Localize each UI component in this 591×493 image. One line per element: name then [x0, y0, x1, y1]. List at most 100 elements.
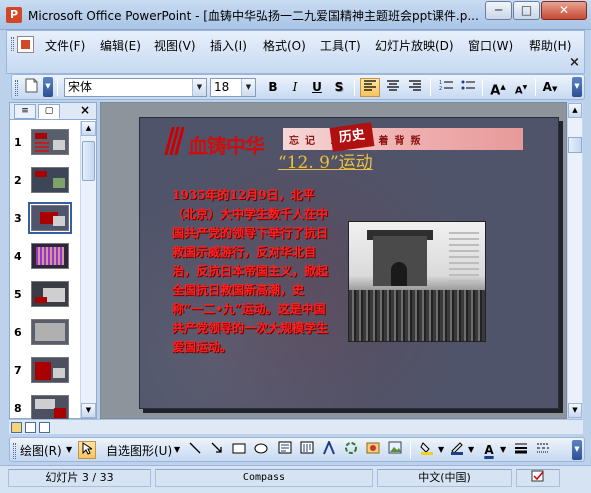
- select-objects-arrow-icon[interactable]: [78, 441, 96, 459]
- slide-thumbnail-selected[interactable]: [28, 202, 72, 234]
- slide-logo[interactable]: 血铸中华: [162, 124, 272, 160]
- slideshow-view-button[interactable]: [39, 422, 50, 433]
- toolbar-grip[interactable]: [15, 80, 18, 96]
- insert-picture-icon[interactable]: [386, 441, 404, 459]
- italic-button[interactable]: I: [285, 78, 305, 97]
- scroll-down-icon[interactable]: ▼: [568, 403, 582, 418]
- oval-icon[interactable]: [252, 441, 270, 459]
- menu-slideshow[interactable]: 幻灯片放映(D): [374, 37, 455, 54]
- chevron-down-icon[interactable]: ▼: [438, 445, 444, 454]
- menu-view[interactable]: 视图(V): [153, 37, 197, 54]
- slides-tab[interactable]: ▢: [38, 104, 60, 119]
- vertical-textbox-icon[interactable]: [298, 441, 316, 459]
- slide-editing-area[interactable]: 血铸中华 忘记 就意味着背叛 历史 “12. 9”运动 1935年的12月9日，…: [100, 102, 567, 419]
- powerpoint-app-icon[interactable]: P: [6, 7, 22, 23]
- autoshapes-menu-button[interactable]: 自选图形(U): [106, 442, 172, 459]
- scroll-up-icon[interactable]: ▲: [568, 103, 582, 118]
- design-template-status: Compass: [155, 469, 373, 487]
- font-name-combo[interactable]: 宋体 ▼: [64, 78, 207, 97]
- diagram-icon[interactable]: [342, 441, 360, 459]
- font-size-combo[interactable]: 18 ▼: [210, 78, 256, 97]
- scrollbar-thumb[interactable]: [82, 141, 95, 181]
- dash-style-icon[interactable]: [534, 441, 552, 459]
- font-color-button[interactable]: A▼: [540, 78, 560, 97]
- textbox-icon[interactable]: [276, 441, 294, 459]
- rectangle-icon[interactable]: [230, 441, 248, 459]
- slide-title[interactable]: “12. 9”运动: [278, 148, 373, 173]
- slide-thumbnail-row[interactable]: 6: [10, 317, 80, 347]
- scroll-up-icon[interactable]: ▲: [81, 121, 96, 136]
- menu-format[interactable]: 格式(O): [262, 37, 307, 54]
- slide-thumbnail-row[interactable]: 1: [10, 127, 80, 157]
- slide-thumbnail-row[interactable]: 7: [10, 355, 80, 385]
- wordart-icon[interactable]: [320, 439, 338, 459]
- slide-thumbnail[interactable]: [31, 395, 69, 421]
- close-pane-icon[interactable]: ×: [80, 103, 90, 117]
- chevron-down-icon[interactable]: ▼: [192, 79, 206, 96]
- clip-art-icon[interactable]: [364, 441, 382, 459]
- slide-thumbnail[interactable]: [31, 281, 69, 307]
- slide-thumbnail-row[interactable]: 2: [10, 165, 80, 195]
- document-icon[interactable]: [17, 36, 34, 53]
- slide-thumbnail-row[interactable]: 5: [10, 279, 80, 309]
- chevron-down-icon[interactable]: ▼: [241, 79, 255, 96]
- slide-thumbnail-row[interactable]: 3: [10, 202, 80, 234]
- shadow-button[interactable]: S: [329, 78, 349, 97]
- menu-file[interactable]: 文件(F): [44, 37, 86, 54]
- slide-thumbnail[interactable]: [31, 357, 69, 383]
- chevron-down-icon[interactable]: ▼: [500, 445, 506, 454]
- toolbar-options-chevron[interactable]: ▼: [572, 440, 582, 460]
- slide-number: 1: [14, 136, 22, 149]
- chevron-down-icon[interactable]: ▼: [468, 445, 474, 454]
- scrollbar-thumb[interactable]: [568, 137, 582, 153]
- main-vertical-scrollbar[interactable]: ▲ ▼: [567, 102, 583, 419]
- slide-banner[interactable]: 忘记 就意味着背叛 历史: [283, 122, 523, 152]
- outline-tab[interactable]: ≡: [14, 104, 36, 119]
- menu-tools[interactable]: 工具(T): [319, 37, 362, 54]
- align-left-button[interactable]: [360, 78, 380, 97]
- slide-sorter-view-button[interactable]: [25, 422, 36, 433]
- line-color-icon[interactable]: [448, 441, 466, 459]
- bold-button[interactable]: B: [263, 78, 283, 97]
- scroll-down-icon[interactable]: ▼: [81, 403, 96, 418]
- line-style-icon[interactable]: [512, 441, 530, 459]
- align-right-button[interactable]: [405, 78, 425, 97]
- slide-thumbnail[interactable]: [31, 243, 69, 269]
- numbering-icon[interactable]: 12: [436, 78, 456, 97]
- chevron-down-icon[interactable]: ▼: [174, 445, 180, 454]
- draw-menu-button[interactable]: 绘图(R): [20, 442, 62, 459]
- slide-thumbnail[interactable]: [31, 129, 69, 155]
- minimize-button[interactable]: ─: [485, 1, 512, 20]
- line-icon[interactable]: [186, 441, 204, 459]
- toolbar-options-chevron[interactable]: ▼: [43, 77, 53, 97]
- underline-button[interactable]: U: [307, 78, 327, 97]
- toolbar-options-chevron[interactable]: ▼: [572, 77, 582, 97]
- menu-edit[interactable]: 编辑(E): [99, 37, 142, 54]
- slide-thumbnail[interactable]: [31, 319, 69, 345]
- close-window-button[interactable]: ✕: [541, 1, 587, 20]
- spelling-check-icon[interactable]: [516, 469, 560, 487]
- historical-photo[interactable]: [348, 221, 486, 342]
- menu-insert[interactable]: 插入(I): [209, 37, 248, 54]
- fill-color-icon[interactable]: [418, 441, 436, 459]
- slides-pane-scrollbar[interactable]: ▲ ▼: [80, 121, 96, 418]
- maximize-button[interactable]: □: [513, 1, 540, 20]
- arrow-icon[interactable]: [208, 441, 226, 459]
- increase-font-size-button[interactable]: A▲: [488, 78, 508, 98]
- chevron-down-icon[interactable]: ▼: [66, 445, 72, 454]
- menu-grip[interactable]: [11, 37, 14, 51]
- menu-help[interactable]: 帮助(H): [528, 37, 572, 54]
- decrease-font-size-button[interactable]: A▼: [511, 78, 531, 97]
- new-document-icon[interactable]: [21, 78, 41, 97]
- slide-thumbnail-row[interactable]: 4: [10, 241, 80, 271]
- menu-window[interactable]: 窗口(W): [467, 37, 514, 54]
- font-color-drawing-icon[interactable]: A: [480, 441, 498, 459]
- normal-view-button[interactable]: [11, 422, 22, 433]
- align-center-button[interactable]: [383, 78, 403, 97]
- slide-body-text[interactable]: 1935年的12月9日，北平（北京）大中学生数千人在中国共产党的领导下举行了抗日…: [172, 186, 330, 357]
- close-document-icon[interactable]: ×: [569, 55, 580, 70]
- current-slide[interactable]: 血铸中华 忘记 就意味着背叛 历史 “12. 9”运动 1935年的12月9日，…: [139, 117, 559, 409]
- slide-thumbnail[interactable]: [31, 167, 69, 193]
- font-name-value: 宋体: [68, 80, 93, 94]
- bullets-icon[interactable]: [458, 78, 478, 97]
